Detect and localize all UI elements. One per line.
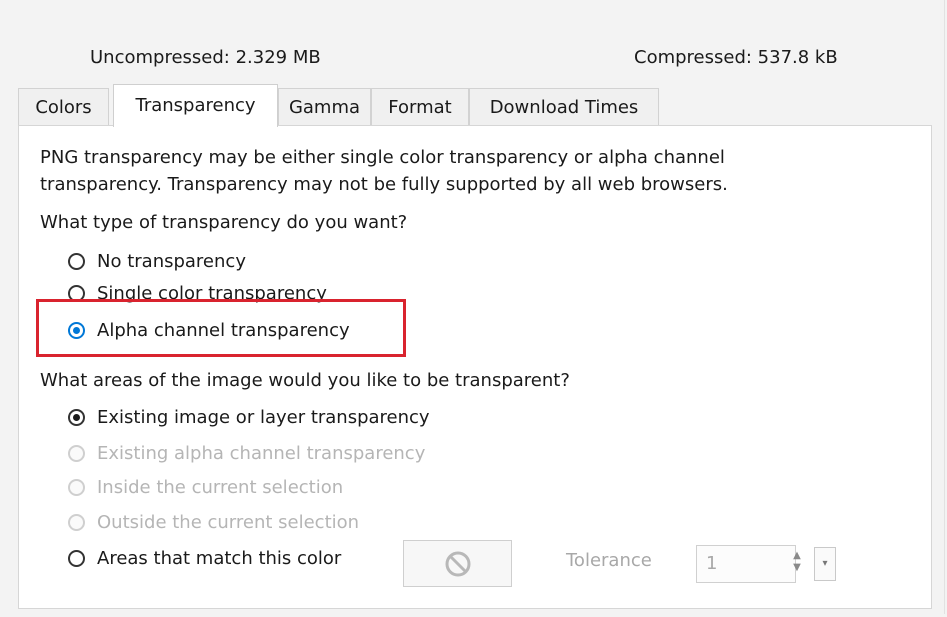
existing-alpha-channel-label[interactable]: Existing alpha channel transparency — [97, 443, 425, 464]
uncompressed-size: Uncompressed: 2.329 MB — [90, 47, 321, 68]
existing-layer-transparency-radio[interactable] — [68, 409, 85, 426]
color-picker-button[interactable] — [403, 540, 512, 587]
inside-selection-radio[interactable] — [68, 479, 85, 496]
tab-gamma[interactable]: Gamma — [278, 88, 371, 125]
inside-selection-label[interactable]: Inside the current selection — [97, 477, 343, 498]
outside-selection-radio[interactable] — [68, 514, 85, 531]
tolerance-label: Tolerance — [566, 550, 652, 571]
transparent-areas-question: What areas of the image would you like t… — [40, 370, 570, 391]
description-line-2: transparency. Transparency may not be fu… — [40, 174, 728, 195]
alpha-channel-transparency-radio[interactable] — [68, 322, 85, 339]
description-line-1: PNG transparency may be either single co… — [40, 147, 725, 168]
outside-selection-label[interactable]: Outside the current selection — [97, 512, 359, 533]
tolerance-spinner[interactable]: ▲ ▼ — [789, 545, 805, 583]
transparency-type-question: What type of transparency do you want? — [40, 212, 408, 233]
dropdown-arrow-icon: ▾ — [822, 558, 828, 569]
no-transparency-radio[interactable] — [68, 253, 85, 270]
compressed-size: Compressed: 537.8 kB — [634, 47, 838, 68]
tab-colors[interactable]: Colors — [18, 88, 109, 125]
match-color-radio[interactable] — [68, 550, 85, 567]
no-transparency-label[interactable]: No transparency — [97, 251, 246, 272]
spin-up-arrow-icon[interactable]: ▲ — [789, 551, 805, 561]
existing-alpha-channel-radio[interactable] — [68, 445, 85, 462]
tab-format[interactable]: Format — [371, 88, 469, 125]
alpha-channel-transparency-label[interactable]: Alpha channel transparency — [97, 320, 350, 341]
transparency-panel — [18, 125, 932, 609]
existing-layer-transparency-label[interactable]: Existing image or layer transparency — [97, 407, 430, 428]
match-color-label[interactable]: Areas that match this color — [97, 548, 341, 569]
tolerance-dropdown-button[interactable]: ▾ — [814, 547, 836, 581]
tab-transparency[interactable]: Transparency — [113, 84, 278, 127]
no-color-icon — [444, 550, 472, 582]
tolerance-input[interactable]: 1 — [696, 545, 796, 583]
tab-download-times[interactable]: Download Times — [469, 88, 659, 125]
spin-down-arrow-icon[interactable]: ▼ — [789, 563, 805, 573]
